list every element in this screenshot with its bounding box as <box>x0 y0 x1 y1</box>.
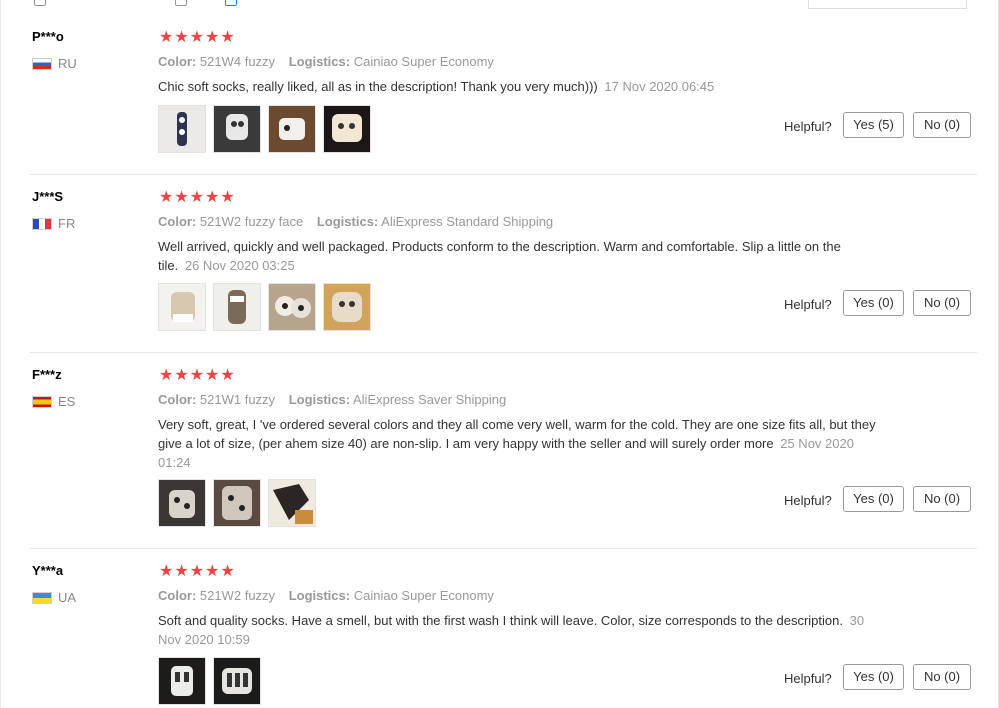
review-body: Chic soft socks, really liked, all as in… <box>158 79 598 94</box>
reviewer-name: P***o <box>32 29 64 44</box>
review-photos <box>158 657 268 705</box>
review-date: 17 Nov 2020 06:45 <box>604 79 715 94</box>
reviewer-name: J***S <box>32 189 64 204</box>
helpful-label: Helpful? <box>784 671 832 686</box>
filter-checkbox[interactable] <box>34 0 46 6</box>
review-text: Very soft, great, I 've ordered several … <box>158 415 883 472</box>
helpful-yes-button[interactable]: Yes (0) <box>843 290 904 316</box>
review-body: Soft and quality socks. Have a smell, bu… <box>158 613 843 628</box>
review-text: Chic soft socks, really liked, all as in… <box>158 77 888 96</box>
review-photos <box>158 283 378 331</box>
logistics-value: AliExpress Standard Shipping <box>381 214 554 229</box>
review-body: Very soft, great, I 've ordered several … <box>158 417 876 451</box>
color-label: Color: <box>158 588 197 603</box>
helpful-no-button[interactable]: No (0) <box>913 486 971 512</box>
review-attributes: Color: 521W1 fuzzy Logistics: AliExpress… <box>158 392 506 407</box>
color-label: Color: <box>158 392 197 407</box>
reviewer-country: ES <box>32 394 75 409</box>
helpful-yes-button[interactable]: Yes (5) <box>843 112 904 138</box>
reviewer-country: RU <box>32 56 77 71</box>
star-rating: ★★★★★ <box>159 189 236 206</box>
country-code: RU <box>58 56 77 71</box>
color-value: 521W1 fuzzy <box>199 392 276 407</box>
review-photo-thumbnail[interactable] <box>158 283 206 331</box>
logistics-label: Logistics: <box>288 54 351 69</box>
review-photo-thumbnail[interactable] <box>213 105 261 153</box>
review-photo-thumbnail[interactable] <box>268 283 316 331</box>
review-photo-thumbnail[interactable] <box>158 105 206 153</box>
filter-checkbox[interactable] <box>175 0 187 6</box>
review-photo-thumbnail[interactable] <box>213 479 261 527</box>
review-item: J***S FR ★★★★★ Color: 521W2 fuzzy face L… <box>0 175 999 353</box>
country-code: ES <box>58 394 76 409</box>
review-photo-thumbnail[interactable] <box>268 105 316 153</box>
logistics-value: Cainiao Super Economy <box>353 588 494 603</box>
filter-bar <box>0 0 999 14</box>
color-label: Color: <box>158 214 197 229</box>
review-date: 26 Nov 2020 03:25 <box>184 258 295 273</box>
helpful-label: Helpful? <box>784 297 832 312</box>
review-text: Soft and quality socks. Have a smell, bu… <box>158 611 883 649</box>
country-code: UA <box>58 590 77 605</box>
review-photos <box>158 479 323 527</box>
color-value: 521W2 fuzzy <box>199 588 276 603</box>
logistics-value: Cainiao Super Economy <box>353 54 494 69</box>
logistics-label: Logistics: <box>288 392 351 407</box>
review-attributes: Color: 521W4 fuzzy Logistics: Cainiao Su… <box>158 54 494 69</box>
color-value: 521W2 fuzzy face <box>199 214 304 229</box>
review-photos <box>158 105 378 153</box>
france-flag-icon <box>32 217 52 230</box>
star-rating: ★★★★★ <box>159 29 236 46</box>
review-item: P***o RU ★★★★★ Color: 521W4 fuzzy Logist… <box>0 14 999 175</box>
review-attributes: Color: 521W2 fuzzy Logistics: Cainiao Su… <box>158 588 494 603</box>
review-item: Y***a UA ★★★★★ Color: 521W2 fuzzy Logist… <box>0 549 999 708</box>
helpful-label: Helpful? <box>784 493 832 508</box>
russia-flag-icon <box>32 57 52 70</box>
reviewer-country: FR <box>32 216 75 231</box>
spain-flag-icon <box>32 395 52 408</box>
reviewer-name: F***z <box>32 367 62 382</box>
country-code: FR <box>58 216 76 231</box>
ukraine-flag-icon <box>32 591 52 604</box>
review-photo-thumbnail[interactable] <box>158 479 206 527</box>
review-photo-thumbnail[interactable] <box>158 657 206 705</box>
helpful-yes-button[interactable]: Yes (0) <box>843 486 904 512</box>
reviewer-name: Y***a <box>32 563 64 578</box>
review-text: Well arrived, quickly and well packaged.… <box>158 237 863 275</box>
color-value: 521W4 fuzzy <box>199 54 276 69</box>
logistics-label: Logistics: <box>316 214 379 229</box>
review-photo-thumbnail[interactable] <box>213 657 261 705</box>
filter-checkbox-checked[interactable] <box>225 0 237 6</box>
logistics-value: AliExpress Saver Shipping <box>353 392 507 407</box>
helpful-label: Helpful? <box>784 119 832 134</box>
star-rating: ★★★★★ <box>159 367 236 384</box>
helpful-no-button[interactable]: No (0) <box>913 112 971 138</box>
review-photo-thumbnail[interactable] <box>213 283 261 331</box>
logistics-label: Logistics: <box>288 588 351 603</box>
review-item: F***z ES ★★★★★ Color: 521W1 fuzzy Logist… <box>0 353 999 549</box>
sort-dropdown[interactable] <box>808 0 967 9</box>
review-attributes: Color: 521W2 fuzzy face Logistics: AliEx… <box>158 214 553 229</box>
star-rating: ★★★★★ <box>159 563 236 580</box>
review-photo-thumbnail[interactable] <box>323 283 371 331</box>
review-photo-thumbnail[interactable] <box>323 105 371 153</box>
helpful-no-button[interactable]: No (0) <box>913 664 971 690</box>
helpful-yes-button[interactable]: Yes (0) <box>843 664 904 690</box>
reviewer-country: UA <box>32 590 76 605</box>
color-label: Color: <box>158 54 197 69</box>
review-photo-thumbnail[interactable] <box>268 479 316 527</box>
helpful-no-button[interactable]: No (0) <box>913 290 971 316</box>
